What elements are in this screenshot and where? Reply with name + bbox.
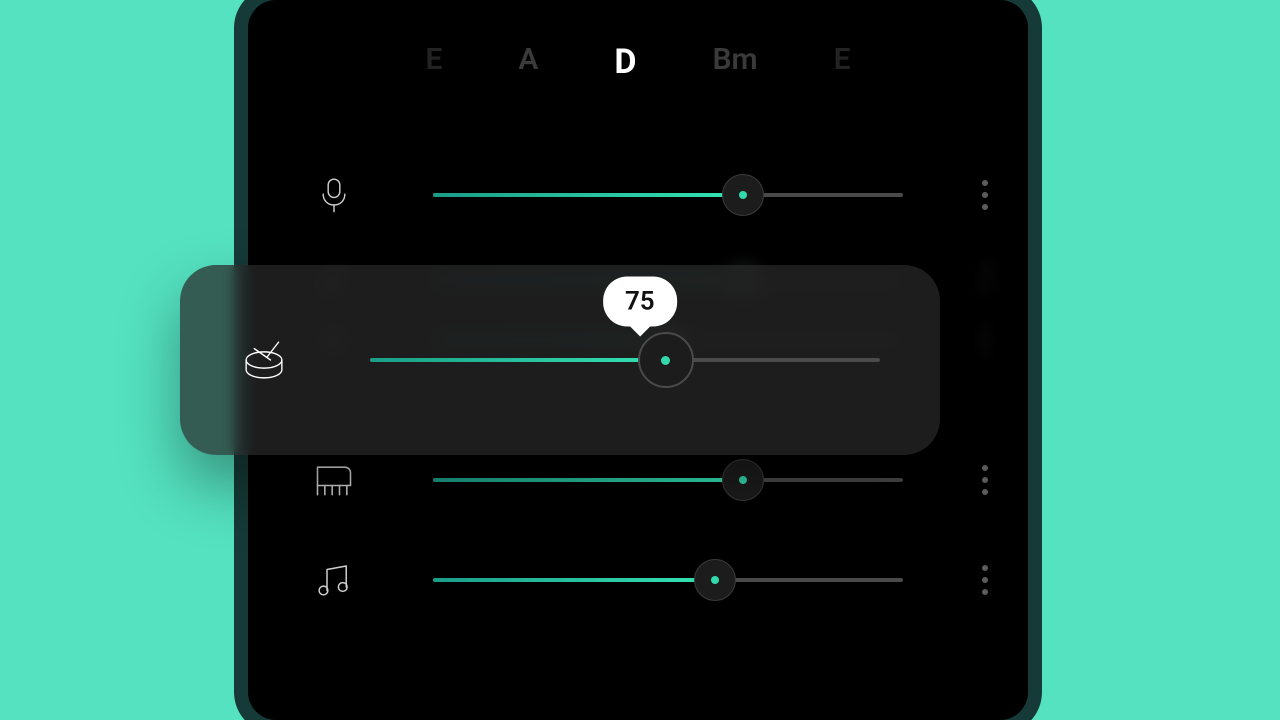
music-note-icon	[308, 554, 360, 606]
slider-thumb[interactable]	[722, 174, 764, 216]
stage: E A D Bm E	[0, 0, 1280, 720]
chord: A	[518, 42, 538, 82]
track-more-button[interactable]	[982, 465, 988, 495]
track-row-vocals	[248, 150, 1028, 240]
track-more-button[interactable]	[982, 180, 988, 210]
slider-value-tooltip: 75	[603, 277, 677, 327]
volume-slider-drums[interactable]: 75	[370, 358, 880, 362]
slider-thumb[interactable]	[722, 459, 764, 501]
piano-icon	[308, 454, 360, 506]
track-card-drums: 75	[180, 265, 940, 455]
chord-row: E A D Bm E	[248, 42, 1028, 82]
slider-thumb[interactable]: 75	[638, 332, 694, 388]
track-more-button[interactable]	[982, 325, 988, 355]
track-more-button[interactable]	[982, 265, 988, 295]
chord-active: D	[614, 42, 636, 82]
microphone-icon	[308, 169, 360, 221]
volume-slider-piano[interactable]	[433, 478, 903, 482]
volume-slider-vocals[interactable]	[433, 193, 903, 197]
slider-thumb[interactable]	[694, 559, 736, 601]
track-row-other	[248, 530, 1028, 630]
volume-slider-other[interactable]	[433, 578, 903, 582]
chord: E	[834, 42, 851, 82]
drums-icon	[238, 334, 290, 386]
chord: E	[425, 42, 442, 82]
track-more-button[interactable]	[982, 565, 988, 595]
chord: Bm	[713, 42, 758, 82]
